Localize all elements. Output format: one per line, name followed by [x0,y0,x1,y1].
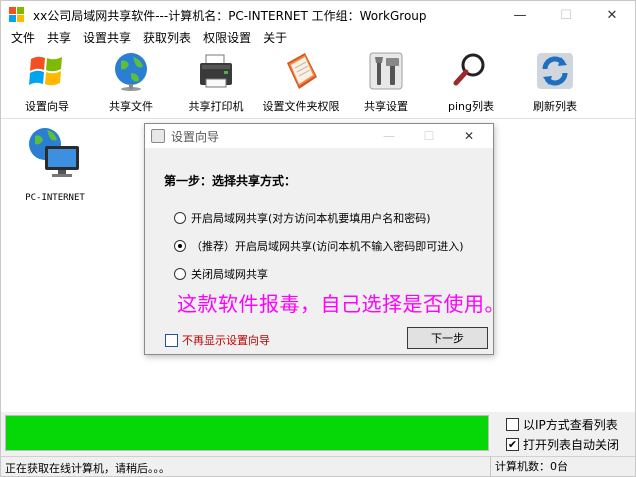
toolbar-share-files[interactable]: 共享文件 [103,49,159,117]
ip-view-label: 以IP方式查看列表 [523,418,618,432]
windows-flag-icon [25,49,69,93]
printer-icon [194,49,238,93]
toolbar-ping-list[interactable]: ping列表 [443,49,499,117]
dialog-controls: — ☐ ✕ [369,124,489,148]
radio-button[interactable] [174,240,186,252]
app-window: xx公司局域网共享软件---计算机名：PC-INTERNET 工作组：WorkG… [0,0,636,477]
option-label: 关闭局域网共享 [191,268,268,281]
progress-fill [6,416,488,450]
dialog-minimize-button: — [383,129,395,143]
globe-icon [109,49,153,93]
window-title: xx公司局域网共享软件---计算机名：PC-INTERNET 工作组：WorkG… [33,8,427,23]
status-message: 正在获取在线计算机，请稍后。。。 [5,462,170,475]
step-heading: 第一步：选择共享方式： [164,174,297,188]
no-show-option[interactable]: 不再显示设置向导 [165,332,270,348]
toolbar-folder-permissions[interactable]: 设置文件夹权限 [261,49,341,117]
title-bar: xx公司局域网共享软件---计算机名：PC-INTERNET 工作组：WorkG… [1,1,635,29]
close-button[interactable]: ✕ [589,1,635,29]
magnifier-icon [449,49,493,93]
dialog-title: 设置向导 [171,129,220,144]
warning-text: 这款软件报毒，自己选择是否使用。 [177,292,505,316]
computer-count: 计算机数：0台 [490,457,568,476]
menu-get-list[interactable]: 获取列表 [137,29,197,47]
auto-close-checkbox[interactable]: ✔ [506,438,519,451]
refresh-icon [533,49,577,93]
toolbar-label: 共享文件 [109,100,153,113]
option-close-share[interactable]: 关闭局域网共享 [174,266,268,282]
menu-share-settings[interactable]: 设置共享 [77,29,137,47]
option-open-share[interactable]: （推荐）开启局域网共享(访问本机不输入密码即可进入) [174,238,464,254]
dialog-close-button[interactable]: ✕ [449,124,489,148]
toolbar-refresh-list[interactable]: 刷新列表 [527,49,583,117]
tools-icon [364,49,408,93]
menu-share[interactable]: 共享 [41,29,77,47]
folder-book-icon [279,49,323,93]
host-name: PC-INTERNET [25,193,85,203]
dialog-maximize-button: ☐ [423,129,435,143]
menu-file[interactable]: 文件 [5,29,41,47]
status-bar: 正在获取在线计算机，请稍后。。。 计算机数：0台 [1,456,635,476]
menu-bar: 文件 共享 设置共享 获取列表 权限设置 关于 [1,29,635,47]
progress-bar [5,415,489,451]
menu-about[interactable]: 关于 [257,29,293,47]
auto-close-option[interactable]: ✔ 打开列表自动关闭 [506,436,619,453]
no-show-label: 不再显示设置向导 [182,334,270,347]
network-computer-icon [25,124,85,187]
toolbar-share-settings[interactable]: 共享设置 [357,49,415,117]
next-step-button[interactable]: 下一步 [407,327,488,349]
maximize-button[interactable]: ☐ [543,1,589,29]
auto-close-label: 打开列表自动关闭 [523,438,620,452]
menu-permissions[interactable]: 权限设置 [197,29,257,47]
setup-wizard-dialog: 设置向导 — ☐ ✕ 第一步：选择共享方式： 开启局域网共享(对方访问本机要填用… [144,123,505,355]
toolbar-label: 刷新列表 [533,100,577,113]
option-label: 开启局域网共享(对方访问本机要填用户名和密码) [191,212,431,225]
bottom-panel: 以IP方式查看列表 ✔ 打开列表自动关闭 [1,412,635,456]
toolbar-label: 共享打印机 [188,100,244,113]
toolbar-label: 设置文件夹权限 [262,100,340,113]
radio-button[interactable] [174,212,186,224]
toolbar-setup-wizard[interactable]: 设置向导 [19,49,75,117]
ip-view-option[interactable]: 以IP方式查看列表 [506,416,618,433]
dialog-icon [151,129,165,143]
list-item[interactable]: PC-INTERNET [15,124,95,203]
option-password-share[interactable]: 开启局域网共享(对方访问本机要填用户名和密码) [174,210,431,226]
no-show-checkbox[interactable] [165,333,178,347]
window-controls: — ☐ ✕ [497,1,635,29]
radio-button[interactable] [174,268,186,280]
option-label: （推荐）开启局域网共享(访问本机不输入密码即可进入) [191,240,464,253]
app-icon [9,7,25,23]
minimize-button[interactable]: — [497,1,543,29]
toolbar-label: 设置向导 [25,100,69,113]
toolbar: 设置向导 共享文件 共享打印机 设置文件夹权限 共享设置 ping列表 刷新列表 [1,47,635,119]
toolbar-share-printer[interactable]: 共享打印机 [187,49,245,117]
toolbar-label: ping列表 [448,100,494,113]
dialog-title-bar: 设置向导 — ☐ ✕ [145,124,493,148]
toolbar-label: 共享设置 [364,100,408,113]
ip-view-checkbox[interactable] [506,418,519,431]
